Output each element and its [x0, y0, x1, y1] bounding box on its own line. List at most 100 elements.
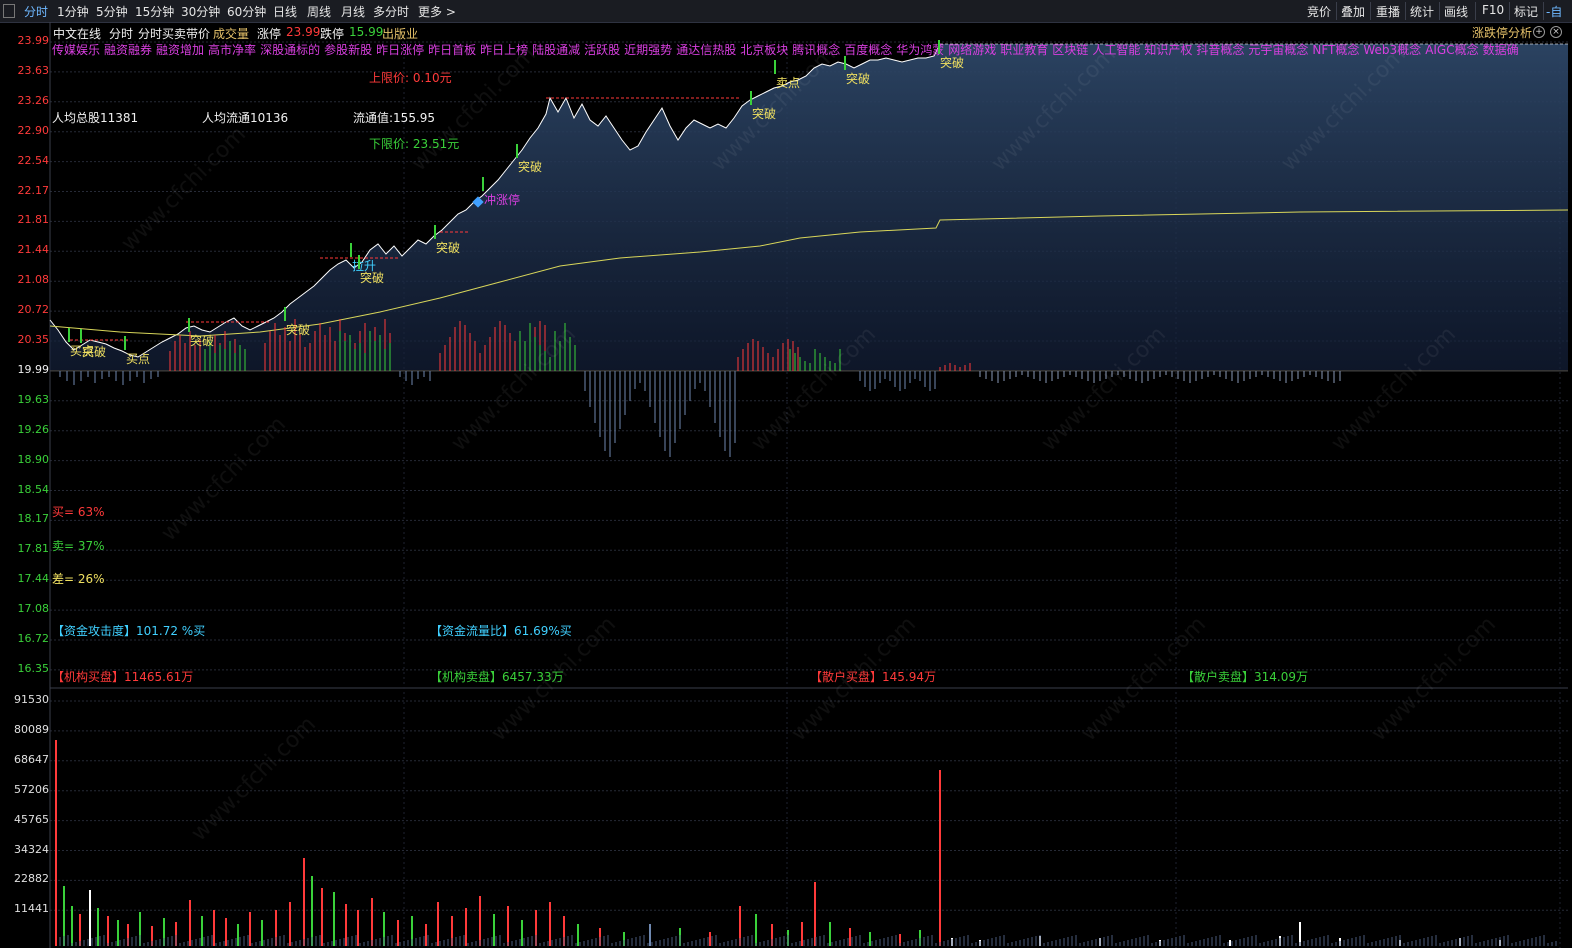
- watermark-text: www.cfchi.com: [1367, 612, 1501, 746]
- tab-5min[interactable]: 5分钟: [96, 3, 128, 20]
- self-select-button[interactable]: -自: [1546, 3, 1562, 20]
- tab-monthly[interactable]: 月线: [341, 3, 365, 20]
- concept-tag[interactable]: 职业教育: [1000, 43, 1048, 57]
- tab-daily[interactable]: 日线: [273, 3, 297, 20]
- price-tick-label: 22.17: [17, 183, 50, 197]
- concept-tag[interactable]: 高市净率: [208, 43, 256, 57]
- tab-15min[interactable]: 15分钟: [135, 3, 174, 20]
- concept-tag[interactable]: 元宇宙概念: [1248, 43, 1308, 57]
- signal-breakout: 突破: [846, 72, 871, 86]
- sell-percent: 卖= 37%: [52, 539, 105, 553]
- concept-tag[interactable]: 融资融券: [104, 43, 152, 57]
- concept-tag[interactable]: 陆股通减: [532, 43, 580, 57]
- concept-tag[interactable]: 近期强势: [624, 43, 672, 57]
- limit-analysis-button[interactable]: 涨跌停分析: [1472, 24, 1532, 41]
- concept-tag[interactable]: 北京板块: [740, 43, 788, 57]
- tab-60min[interactable]: 60分钟: [227, 3, 266, 20]
- price-tick-label: 18.17: [17, 512, 50, 526]
- signal-flag-icon: [350, 243, 352, 257]
- volume-tick-label: 68647: [14, 752, 49, 766]
- signal-breakout: 突破: [752, 107, 777, 121]
- tab-intraday[interactable]: 分时: [24, 3, 48, 20]
- concept-tag[interactable]: 活跃股: [584, 43, 620, 57]
- concept-tag[interactable]: 昨日首板: [428, 43, 476, 57]
- price-tick-label: 16.35: [17, 661, 50, 675]
- concept-tag[interactable]: 传媒娱乐: [52, 43, 100, 57]
- concept-tags: 传媒娱乐 融资融券 融资增加 高市净率 深股通标的 参股新股 昨日涨停 昨日首板 昨日上榜 陆股通…: [52, 41, 1523, 58]
- volume-tick-label: 45765: [14, 812, 49, 826]
- capital-attack: 【资金攻击度】101.72 %买: [52, 624, 206, 638]
- concept-tag[interactable]: Web3概念: [1363, 43, 1421, 57]
- draw-line-button[interactable]: 画线: [1444, 3, 1468, 20]
- price-tick-label: 18.90: [17, 452, 50, 466]
- toolbar-divider: [1509, 2, 1510, 20]
- price-tick-label: 23.26: [17, 93, 50, 107]
- concept-tag[interactable]: 融资增加: [156, 43, 204, 57]
- auction-button[interactable]: 竞价: [1307, 3, 1331, 20]
- price-tick-label: 20.72: [17, 303, 50, 317]
- concept-tag[interactable]: 区块链: [1052, 43, 1088, 57]
- concept-tag[interactable]: 昨日涨停: [376, 43, 424, 57]
- price-tick-label: 23.63: [17, 63, 50, 77]
- close-panel-icon[interactable]: ×: [1550, 26, 1562, 38]
- f10-button[interactable]: F10: [1482, 3, 1504, 17]
- tab-weekly[interactable]: 周线: [307, 3, 331, 20]
- signal-flag-icon: [80, 329, 82, 343]
- stock-name: 中文在线: [53, 27, 102, 41]
- zoom-in-icon[interactable]: +: [1533, 26, 1545, 38]
- price-tick-label: 19.63: [17, 392, 50, 406]
- price-tick-label: 18.54: [17, 482, 50, 496]
- concept-tag[interactable]: 腾讯概念: [792, 43, 840, 57]
- signal-flag-icon: [844, 56, 846, 70]
- buy-percent: 买= 63%: [52, 505, 105, 519]
- volume-tick-label: 80089: [14, 722, 49, 736]
- replay-button[interactable]: 重播: [1376, 3, 1400, 20]
- statistics-button[interactable]: 统计: [1410, 3, 1434, 20]
- toolbar-divider: [1475, 2, 1476, 20]
- lower-limit-price: 下限价: 23.51元: [369, 137, 460, 151]
- concept-tag[interactable]: 人工智能: [1092, 43, 1140, 57]
- retail-sell: 【散户卖盘】314.09万: [1182, 670, 1308, 684]
- price-tick-label: 21.81: [17, 213, 50, 227]
- upper-limit-price: 上限价: 0.10元: [369, 71, 452, 85]
- price-tick-label: 19.26: [17, 422, 50, 436]
- concept-tag[interactable]: 百度概念: [844, 43, 892, 57]
- price-tick-label: 16.72: [17, 632, 50, 645]
- tab-1min[interactable]: 1分钟: [57, 3, 89, 20]
- tab-more[interactable]: 更多 >: [418, 3, 456, 20]
- signal-breakout: 突破: [82, 345, 107, 359]
- signal-flag-icon: [774, 60, 776, 74]
- indicator-label[interactable]: 分时买卖带价: [138, 25, 210, 42]
- price-tick-label: 22.54: [17, 153, 50, 167]
- tab-30min[interactable]: 30分钟: [181, 3, 220, 20]
- volume-tick-label: 57206: [14, 782, 49, 796]
- concept-tag[interactable]: 昨日上榜: [480, 43, 528, 57]
- concept-tag[interactable]: 深股通标的: [260, 43, 320, 57]
- concept-tag[interactable]: AIGC概念: [1425, 43, 1478, 57]
- signal-flag-icon: [938, 40, 940, 54]
- institution-buy: 【机构买盘】11465.61万: [52, 670, 194, 684]
- concept-tag[interactable]: NFT概念: [1312, 43, 1359, 57]
- intraday-chart[interactable]: www.cfchi.com www.cfchi.com www.cfchi.com w…: [0, 22, 1572, 948]
- volume-tick-label: 34324: [14, 842, 49, 856]
- tab-multi-intraday[interactable]: 多分时: [373, 3, 409, 20]
- signal-flag-icon: [434, 225, 436, 239]
- mark-button[interactable]: 标记: [1514, 3, 1538, 20]
- volume-tick-label: 22882: [14, 872, 49, 886]
- float-value: 流通值:155.95: [353, 111, 436, 125]
- concept-tag[interactable]: 数据确: [1483, 43, 1519, 57]
- price-area: [50, 44, 1568, 370]
- concept-tag[interactable]: 通达信热股: [676, 43, 736, 57]
- signal-flag-icon: [516, 144, 518, 158]
- watermark-text: www.cfchi.com: [157, 412, 291, 546]
- diff-percent: 差= 26%: [52, 572, 105, 586]
- retail-buy: 【散户买盘】145.94万: [810, 670, 936, 684]
- concept-tag[interactable]: 参股新股: [324, 43, 372, 57]
- overlay-button[interactable]: 叠加: [1341, 3, 1365, 20]
- toolbar-divider: [1543, 2, 1544, 20]
- concept-tag[interactable]: 抖音概念: [1196, 43, 1244, 57]
- signal-buy-point: 买点: [126, 352, 151, 366]
- toolbar-toggle-icon[interactable]: [3, 4, 15, 18]
- concept-tag[interactable]: 知识产权: [1144, 43, 1192, 57]
- signal-flag-icon: [124, 336, 126, 350]
